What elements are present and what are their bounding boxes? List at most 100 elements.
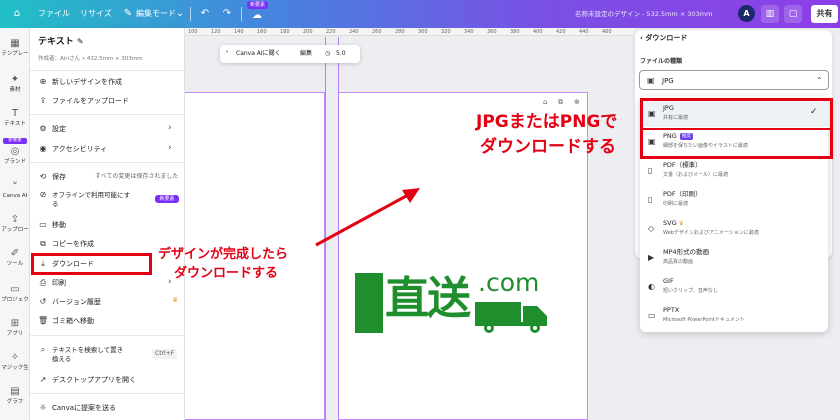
duplicate-icon[interactable]: ⧉ xyxy=(558,98,563,107)
ruler-tick: 380 xyxy=(510,29,520,35)
option-description: Microsoft PowerPointドキュメント xyxy=(663,317,745,323)
new-badge: 新要素 xyxy=(3,138,27,144)
divider xyxy=(30,335,185,336)
menu-item-feedback[interactable]: ☼ Canvaに提案を送る xyxy=(30,399,185,417)
menu-item-search-replace[interactable]: ⌕ テキストを検索して置き 換える Ctrl+F xyxy=(30,341,185,367)
divider xyxy=(30,70,185,71)
file-type-option-pdf-print[interactable]: ▯ PDF（印刷） 印刷に最適 xyxy=(640,187,828,213)
file-menu-panel: テキスト ✎ 作成者：Airiさん • 432.5mm × 303mm ⊕ 新し… xyxy=(30,28,185,420)
search-icon: ⌕ xyxy=(40,345,46,354)
menu-item-print[interactable]: ⎙ 印刷 › xyxy=(30,274,185,292)
image-icon: ▣ xyxy=(647,76,655,85)
menu-item-label: 印刷 xyxy=(52,279,66,287)
ruler-tick: 220 xyxy=(326,29,336,35)
menu-item-trash[interactable]: 🗑 ゴミ箱へ移動 xyxy=(30,312,185,330)
external-link-icon: ↗ xyxy=(39,375,47,384)
menu-item-offline[interactable]: ⊘ オフラインで利用可能にす る 新要素 xyxy=(30,186,185,212)
menu-item-new-design[interactable]: ⊕ 新しいデザインを作成 xyxy=(30,73,185,91)
logo-kanji[interactable]: 直送 xyxy=(385,264,471,334)
logo-green-block xyxy=(355,273,383,333)
file-type-select[interactable]: ▣ JPG ⌃ xyxy=(639,70,829,90)
home-icon[interactable]: ⌂ xyxy=(10,7,24,21)
sidebar-item-text[interactable]: T テキスト xyxy=(0,108,30,128)
sidebar-item-brand[interactable]: ◎ ブランド xyxy=(0,146,30,166)
document-title[interactable]: 名称未設定のデザイン - 532.5mm × 303mm xyxy=(575,0,712,28)
download-back-button[interactable]: ‹ ダウンロード xyxy=(640,33,687,43)
sidebar-item-elements[interactable]: ✦ 素材 xyxy=(0,74,30,94)
menu-item-label: 換える xyxy=(52,355,72,363)
ask-canva-ai-button[interactable]: Canva AIに聞く xyxy=(236,49,281,59)
undo-icon[interactable]: ↶ xyxy=(198,7,212,21)
plus-document-icon: ⊕ xyxy=(39,77,47,86)
arrow-icon xyxy=(315,188,420,247)
ruler-tick: 160 xyxy=(257,29,267,35)
insights-icon[interactable]: ▥ xyxy=(761,5,779,23)
sidebar-item-charts[interactable]: ▤ グラフ xyxy=(0,386,30,406)
download-panel-title: ダウンロード xyxy=(645,34,688,42)
sidebar-item-projects[interactable]: ▭ プロジェク xyxy=(0,284,30,304)
sidebar-item-label: 素材 xyxy=(9,87,21,93)
highlight-box-jpg xyxy=(641,99,832,130)
divider xyxy=(30,114,185,115)
annotation-text: ダウンロードする xyxy=(174,266,279,281)
option-description: 短いクリップ、音声なし xyxy=(663,288,718,294)
add-page-icon[interactable]: ⊕ xyxy=(574,98,580,106)
resize-button[interactable]: リサイズ xyxy=(80,0,112,28)
option-description: 文書（およびメール）に最適 xyxy=(663,172,729,178)
brand-icon: ◎ xyxy=(10,146,20,157)
sidebar-item-magic[interactable]: ✧ マジック生 xyxy=(0,352,30,372)
annotation-text: デザインが完成したら xyxy=(158,247,289,262)
top-bar: ⌂ ファイル リサイズ ✎ 編集モード ⌄ ↶ ↷ 新要素 ☁ 名称未設定のデザ… xyxy=(0,0,840,28)
menu-item-accessibility[interactable]: ◉ アクセシビリティ › xyxy=(30,140,185,158)
menu-item-desktop-app[interactable]: ↗ デスクトップアプリを開く xyxy=(30,371,185,389)
edit-mode-button[interactable]: 編集モード xyxy=(136,0,176,28)
lock-icon[interactable]: ⌂ xyxy=(543,98,547,106)
chevron-down-icon[interactable]: ⌄ xyxy=(173,7,187,21)
file-type-option-svg[interactable]: ◇ SVG ♛ Webデザインおよびアニメーションに最適 xyxy=(640,216,828,242)
topbar-divider xyxy=(190,7,191,21)
sidebar-item-canva-ai[interactable]: ᐡ Canva AI xyxy=(0,180,30,200)
ruler-tick: 280 xyxy=(395,29,405,35)
sidebar-item-uploads[interactable]: ⇪ アップロー xyxy=(0,214,30,234)
pencil-icon[interactable]: ✎ xyxy=(77,37,84,46)
chevron-right-icon: › xyxy=(168,143,172,153)
menu-item-settings[interactable]: ⚙ 設定 › xyxy=(30,120,185,138)
trash-icon: 🗑 xyxy=(38,316,49,325)
file-type-option-gif[interactable]: ◐ GIF 短いクリップ、音声なし xyxy=(640,274,828,300)
keyboard-shortcut: Ctrl+F xyxy=(152,349,178,359)
redo-icon[interactable]: ↷ xyxy=(220,7,234,21)
timing-button[interactable]: 5.0 xyxy=(336,49,346,59)
sidebar-item-label: アップロー xyxy=(1,227,29,233)
avatar[interactable]: A xyxy=(738,5,755,22)
comment-icon[interactable]: ▢ xyxy=(784,5,802,23)
edit-button[interactable]: 編集 xyxy=(300,49,312,59)
menu-item-label: 設定 xyxy=(52,125,66,133)
sidebar-item-templates[interactable]: ▦ テンプレー xyxy=(0,38,30,58)
sidebar-item-label: Canva AI xyxy=(2,193,28,199)
menu-item-move[interactable]: ▭ 移動 xyxy=(30,216,185,234)
menu-item-version-history[interactable]: ↺ バージョン履歴 ♛ xyxy=(30,293,185,311)
annotation-text: JPGまたはPNGで xyxy=(476,112,618,132)
file-type-option-mp4[interactable]: ▶ MP4形式の動画 高品質の動画 xyxy=(640,245,828,271)
file-type-option-pptx[interactable]: ▭ PPTX Microsoft PowerPointドキュメント xyxy=(640,303,828,329)
sidebar-item-label: グラフ xyxy=(6,399,24,405)
menu-item-save[interactable]: ⟲ 保存 すべての変更は保存されました xyxy=(30,168,185,186)
sidebar-item-tools[interactable]: ✐ ツール xyxy=(0,248,30,268)
ruler-tick: 180 xyxy=(280,29,290,35)
annotation-text: ダウンロードする xyxy=(480,137,616,157)
ruler-tick: 240 xyxy=(349,29,359,35)
left-sidebar: ▦ テンプレー ✦ 素材 T テキスト 新要素 ◎ ブランド ᐡ Canva A… xyxy=(0,28,30,420)
ruler-tick: 120 xyxy=(211,29,221,35)
sidebar-item-apps[interactable]: ⊞ アプリ xyxy=(0,318,30,338)
file-type-option-pdf-standard[interactable]: ▯ PDF（標準） 文書（およびメール）に最適 xyxy=(640,158,828,184)
menu-item-upload[interactable]: ⇪ ファイルをアップロード xyxy=(30,92,185,110)
share-button[interactable]: 共有 xyxy=(811,5,838,23)
sidebar-item-label: マジック生 xyxy=(1,365,29,371)
option-name: SVG xyxy=(663,219,677,227)
file-menu-button[interactable]: ファイル xyxy=(38,0,70,28)
new-badge: 新要素 xyxy=(155,195,179,203)
logo-domain[interactable]: .com xyxy=(478,268,539,298)
new-badge: 新要素 xyxy=(247,1,269,9)
cloud-sync-icon[interactable]: ☁ xyxy=(250,9,264,23)
presentation-icon: ▭ xyxy=(648,311,656,320)
